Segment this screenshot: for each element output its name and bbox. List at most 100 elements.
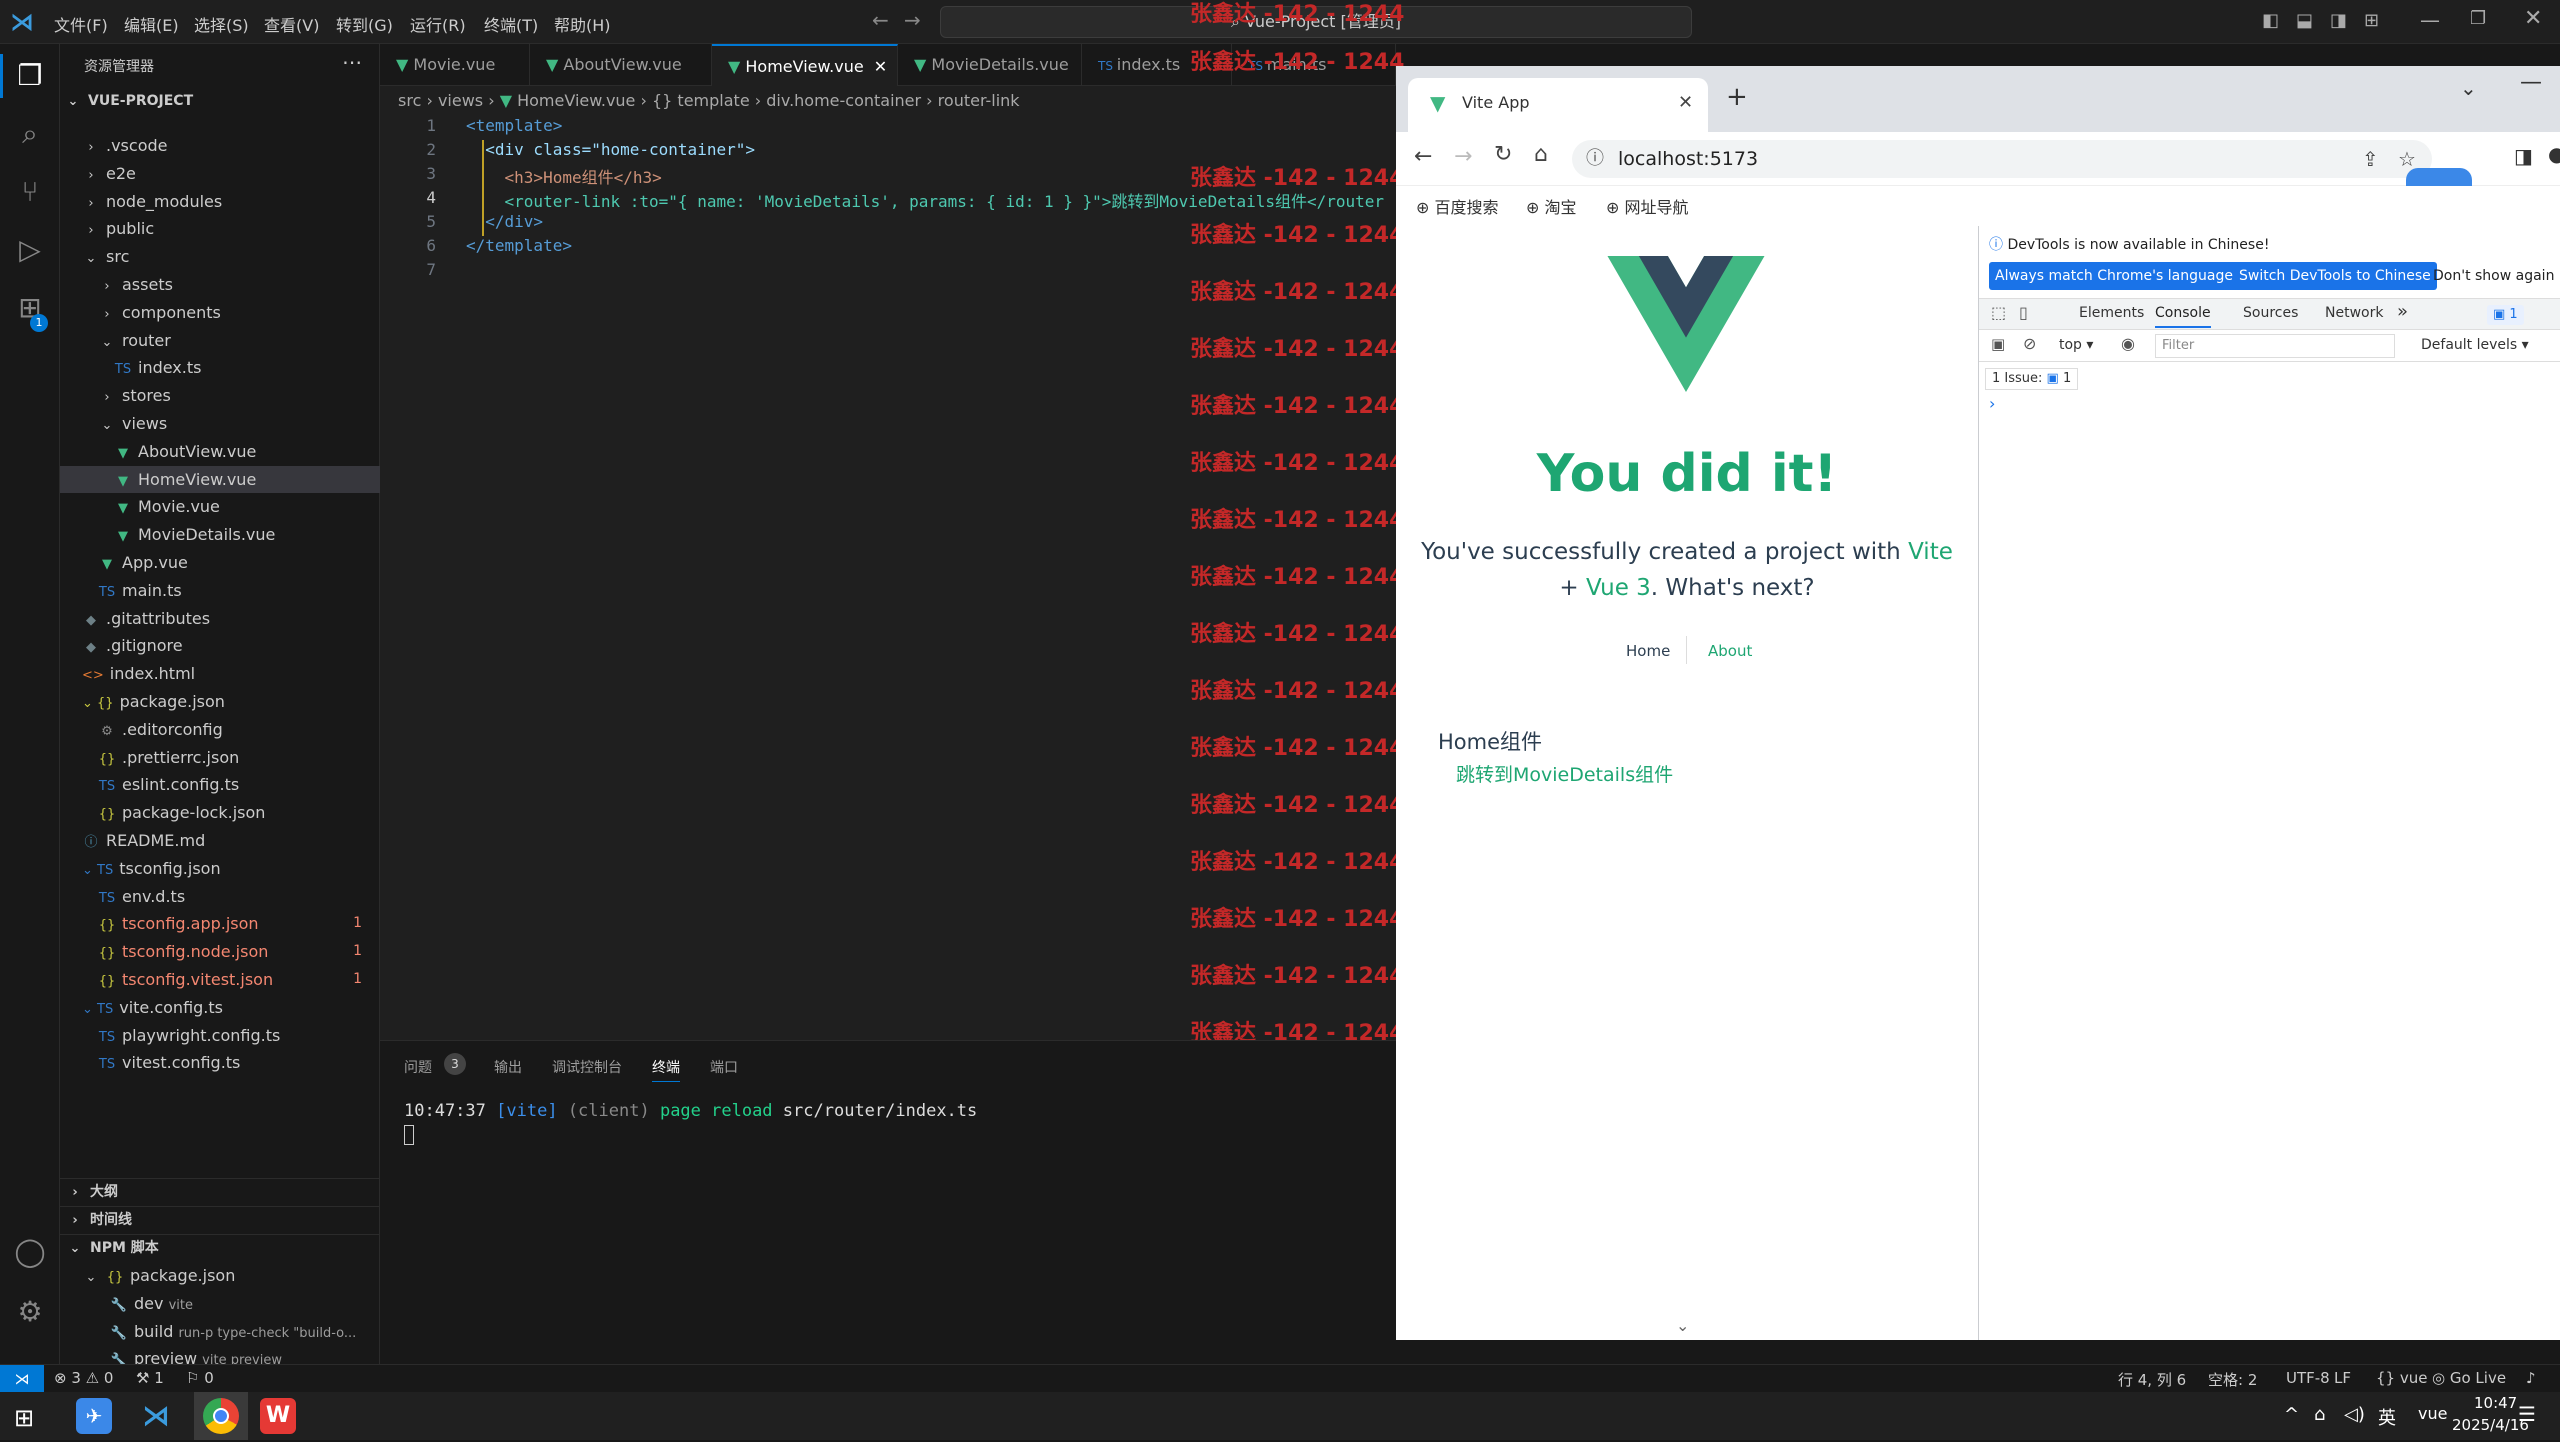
eol[interactable]: LF: [2334, 1369, 2351, 1387]
tab-console[interactable]: Console: [2155, 305, 2211, 328]
encoding[interactable]: UTF-8: [2286, 1369, 2330, 1387]
errors-status[interactable]: ⊗ 3 ⚠ 0: [54, 1369, 113, 1387]
network-icon[interactable]: ⌂: [2314, 1404, 2325, 1425]
tab-output[interactable]: 输出: [494, 1057, 522, 1077]
explorer-item[interactable]: ⌄ TS tsconfig.json: [60, 855, 380, 882]
explorer-item[interactable]: › public: [60, 215, 380, 242]
bookmark-taobao[interactable]: ⊕ 淘宝: [1526, 194, 1577, 218]
language-mode[interactable]: {} vue: [2376, 1369, 2427, 1387]
remote-icon[interactable]: ⋊: [0, 1365, 44, 1393]
explorer-item[interactable]: ◆ .gitignore: [60, 632, 380, 659]
context-select[interactable]: top ▾: [2059, 337, 2093, 353]
minimize-icon[interactable]: —: [2520, 70, 2542, 95]
tab-movie[interactable]: ▼ Movie.vue: [380, 44, 530, 86]
layout-icon[interactable]: ⊞: [2364, 10, 2379, 31]
explorer-item[interactable]: ▼ Movie.vue: [60, 493, 380, 520]
scroll-down-icon[interactable]: ⌄: [1676, 1316, 1689, 1335]
explorer-item[interactable]: ◆ .gitattributes: [60, 605, 380, 632]
explorer-item[interactable]: TS env.d.ts: [60, 883, 380, 910]
explorer-item[interactable]: ⓘ README.md: [60, 827, 380, 854]
forward-arrow-icon[interactable]: →: [1454, 144, 1472, 169]
tab-terminal[interactable]: 终端: [652, 1057, 680, 1082]
device-toolbar-icon[interactable]: ▯: [2019, 303, 2028, 322]
explorer-item[interactable]: ⚙ .editorconfig: [60, 716, 380, 743]
tab-moviedetails[interactable]: ▼ MovieDetails.vue: [898, 44, 1082, 86]
explorer-item[interactable]: › assets: [60, 271, 380, 298]
tab-problems[interactable]: 问题: [404, 1057, 432, 1077]
menu-view[interactable]: 查看(V): [264, 12, 319, 36]
menu-terminal[interactable]: 终端(T): [484, 12, 538, 36]
tab-homeview[interactable]: ▼ HomeView.vue ✕: [712, 44, 898, 86]
switch-chinese-button[interactable]: Switch DevTools to Chinese: [2233, 262, 2437, 290]
explorer-item[interactable]: › components: [60, 299, 380, 326]
explorer-item[interactable]: TS eslint.config.ts: [60, 771, 380, 798]
menu-help[interactable]: 帮助(H): [554, 12, 611, 36]
more-tabs-icon[interactable]: »: [2397, 301, 2408, 322]
indent-spaces[interactable]: 空格: 2: [2208, 1369, 2257, 1390]
run-debug-icon[interactable]: ▷: [12, 232, 48, 268]
issues-count[interactable]: 1 Issue: ▣ 1: [1985, 368, 2079, 390]
npm-script[interactable]: 🔧 build run-p type-check "build-o...: [60, 1318, 380, 1345]
source-control-icon[interactable]: ⑂: [12, 174, 48, 210]
dont-show-again-button[interactable]: Don't show again: [2433, 262, 2554, 290]
site-info-icon[interactable]: ⓘ: [1586, 140, 1604, 178]
tab-main-ts[interactable]: TS main.ts: [1232, 44, 1396, 86]
explorer-item[interactable]: TS playwright.config.ts: [60, 1022, 380, 1049]
app-bird-icon[interactable]: ✈: [76, 1398, 112, 1434]
explorer-item[interactable]: ▼ HomeView.vue: [60, 465, 380, 493]
match-language-button[interactable]: Always match Chrome's language: [1989, 262, 2239, 290]
explorer-item[interactable]: › .vscode: [60, 132, 380, 159]
nav-about[interactable]: About: [1708, 642, 1752, 660]
crumb-div[interactable]: div.home-container: [766, 91, 921, 110]
project-root[interactable]: ⌄ VUE-PROJECT: [60, 88, 380, 115]
explorer-item[interactable]: ▼ App.vue: [60, 549, 380, 576]
share-icon[interactable]: ⇪: [2362, 140, 2379, 178]
close-icon[interactable]: ✕: [2524, 6, 2542, 31]
tab-index-ts[interactable]: TS index.ts: [1082, 44, 1232, 86]
maximize-icon[interactable]: ❐: [2470, 8, 2486, 29]
toggle-sidebar-icon[interactable]: ◧: [2262, 10, 2279, 31]
bookmark-nav[interactable]: ⊕ 网址导航: [1606, 194, 1689, 218]
go-live[interactable]: ◎ Go Live: [2432, 1369, 2506, 1387]
explorer-item[interactable]: TS main.ts: [60, 577, 380, 604]
menu-file[interactable]: 文件(F): [54, 12, 108, 36]
address-bar[interactable]: ⓘ localhost:5173 ⇪ ☆: [1572, 140, 2432, 178]
tray-chevron-icon[interactable]: ^: [2284, 1404, 2299, 1425]
chrome-taskbar-active[interactable]: [194, 1392, 248, 1440]
notifications-bell-icon[interactable]: ♪: [2526, 1369, 2536, 1387]
explorer-item[interactable]: ⌄ TS vite.config.ts: [60, 994, 380, 1021]
tab-search-chevron-icon[interactable]: ⌄: [2460, 76, 2477, 100]
eye-icon[interactable]: ◉: [2121, 334, 2135, 353]
clock-time[interactable]: 10:47: [2474, 1394, 2517, 1412]
bookmark-baidu[interactable]: ⊕ 百度搜索: [1416, 194, 1499, 218]
back-arrow-icon[interactable]: ←: [1414, 144, 1432, 169]
crumb-file[interactable]: HomeView.vue: [517, 91, 635, 110]
settings-gear-icon[interactable]: ⚙: [12, 1294, 48, 1330]
npm-script[interactable]: 🔧 dev vite: [60, 1290, 380, 1317]
tab-network[interactable]: Network: [2325, 305, 2383, 321]
notification-center-icon[interactable]: ☰: [2518, 1402, 2536, 1426]
tab-elements[interactable]: Elements: [2079, 305, 2144, 321]
explorer-item[interactable]: ⌄ views: [60, 410, 380, 437]
code-editor[interactable]: 1 2 3 4 5 6 7 <template> <div class="hom…: [380, 116, 1396, 1040]
more-actions-icon[interactable]: ⋯: [342, 50, 362, 74]
command-center[interactable]: ⌕ Vue-Project [管理员]: [940, 6, 1692, 38]
ports-status[interactable]: ⚒ 1: [136, 1369, 164, 1387]
vscode-taskbar-icon[interactable]: ⋊: [138, 1398, 174, 1434]
explorer-icon[interactable]: ❐: [12, 58, 48, 94]
back-arrow-icon[interactable]: ←: [872, 8, 889, 32]
menu-edit[interactable]: 编辑(E): [124, 12, 179, 36]
console-filter-input[interactable]: Filter: [2155, 334, 2395, 358]
terminal-cursor[interactable]: [404, 1125, 414, 1145]
explorer-item[interactable]: ▼ MovieDetails.vue: [60, 521, 380, 548]
toggle-secondary-sidebar-icon[interactable]: ◨: [2330, 10, 2347, 31]
explorer-item[interactable]: {} tsconfig.vitest.json 1: [60, 966, 380, 993]
section-outline[interactable]: › 大纲: [60, 1178, 380, 1205]
clear-console-icon[interactable]: ⊘: [2023, 334, 2036, 353]
account-icon[interactable]: ◯: [12, 1234, 48, 1270]
console-prompt-icon[interactable]: ›: [1989, 394, 1995, 413]
explorer-item[interactable]: › stores: [60, 382, 380, 409]
vue3-link[interactable]: Vue 3: [1586, 575, 1651, 601]
forward-arrow-icon[interactable]: →: [904, 8, 921, 32]
crumb-router-link[interactable]: router-link: [938, 91, 1020, 110]
